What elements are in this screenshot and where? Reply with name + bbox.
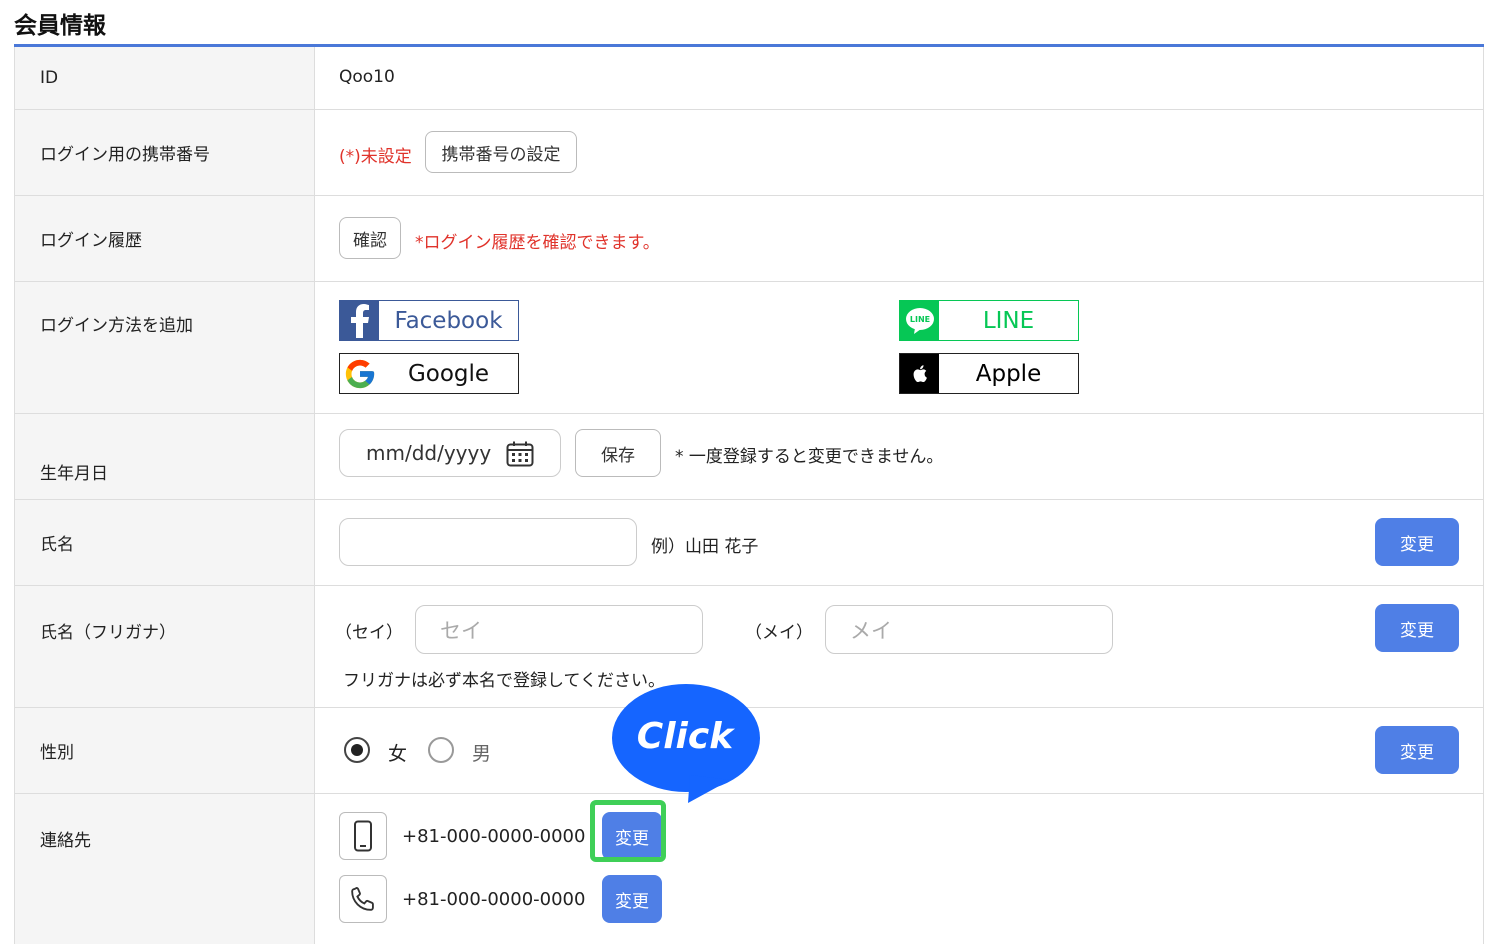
mei-label: （メイ）	[745, 623, 813, 643]
apple-icon	[900, 354, 939, 393]
google-label: Google	[407, 360, 490, 387]
male-label: 男	[472, 743, 492, 765]
phone-icon	[339, 875, 387, 923]
sei-placeholder: セイ	[440, 618, 482, 643]
apple-login-button[interactable]: Apple	[899, 353, 1079, 394]
phone-number: +81-000-0000-0000	[402, 889, 586, 910]
member-info-table: ID Qoo10 ログイン用の携帯番号 (*)未設定 携帯番号の設定 ログイン履…	[14, 47, 1484, 944]
login-phone-label: ログイン用の携帯番号	[15, 110, 315, 195]
mobile-number: +81-000-0000-0000	[402, 826, 586, 847]
login-methods-label: ログイン方法を追加	[15, 282, 315, 413]
row-name: 氏名 例）山田 花子 変更	[15, 500, 1483, 586]
name-label: 氏名	[15, 500, 315, 585]
row-contact: 連絡先 +81-000-0000-0000 変更 +81-000-0000-00…	[15, 794, 1483, 944]
birthday-note: * 一度登録すると変更できません。	[675, 447, 944, 467]
kana-label: 氏名（フリガナ）	[15, 586, 315, 707]
birthday-placeholder: mm/dd/yyyy	[366, 441, 492, 465]
id-value: Qoo10	[339, 67, 395, 87]
row-login-history: ログイン履歴 確認 *ログイン履歴を確認できます。	[15, 196, 1483, 282]
history-confirm-button[interactable]: 確認	[339, 217, 401, 259]
birthday-input[interactable]: mm/dd/yyyy	[339, 429, 561, 477]
google-icon	[340, 354, 379, 393]
login-history-label: ログイン履歴	[15, 196, 315, 281]
row-login-methods: ログイン方法を追加 Facebook Google LINE LINE Appl…	[15, 282, 1483, 414]
facebook-label: Facebook	[394, 307, 503, 334]
gender-label: 性別	[15, 708, 315, 793]
radio-female[interactable]	[344, 737, 370, 763]
row-id: ID Qoo10	[15, 47, 1483, 110]
mobile-icon	[339, 812, 387, 860]
contact-label: 連絡先	[15, 794, 315, 944]
facebook-login-button[interactable]: Facebook	[339, 300, 519, 341]
sei-label: （セイ）	[335, 623, 403, 643]
line-login-button[interactable]: LINE LINE	[899, 300, 1079, 341]
login-history-note: *ログイン履歴を確認できます。	[415, 233, 660, 253]
apple-label: Apple	[975, 360, 1042, 387]
id-label: ID	[15, 47, 315, 109]
facebook-icon	[340, 301, 379, 340]
birthday-label: 生年月日	[15, 414, 315, 499]
click-callout: Click	[610, 680, 765, 805]
change-name-button[interactable]: 変更	[1375, 518, 1459, 566]
row-birthday: 生年月日 mm/dd/yyyy 保存 * 一度登録すると変更できません。	[15, 414, 1483, 500]
google-login-button[interactable]: Google	[339, 353, 519, 394]
row-login-phone: ログイン用の携帯番号 (*)未設定 携帯番号の設定	[15, 110, 1483, 196]
save-birthday-button[interactable]: 保存	[575, 429, 661, 477]
radio-male[interactable]	[428, 737, 454, 763]
change-phone-button[interactable]: 変更	[602, 875, 662, 923]
change-kana-button[interactable]: 変更	[1375, 604, 1459, 652]
set-phone-button[interactable]: 携帯番号の設定	[425, 131, 577, 173]
change-gender-button[interactable]: 変更	[1375, 726, 1459, 774]
highlight-box	[590, 800, 666, 862]
female-label: 女	[388, 743, 408, 765]
login-phone-status: (*)未設定	[339, 147, 412, 167]
name-example: 例）山田 花子	[651, 537, 759, 557]
calendar-icon[interactable]	[506, 441, 534, 472]
sei-input[interactable]: セイ	[415, 605, 703, 654]
mei-input[interactable]: メイ	[825, 605, 1113, 654]
line-icon-text: LINE	[909, 315, 929, 324]
mei-placeholder: メイ	[850, 618, 892, 643]
line-label: LINE	[982, 307, 1035, 334]
name-input[interactable]	[339, 518, 637, 566]
line-icon: LINE	[900, 301, 939, 340]
callout-text: Click	[636, 716, 734, 757]
page-title: 会員情報	[14, 13, 106, 39]
